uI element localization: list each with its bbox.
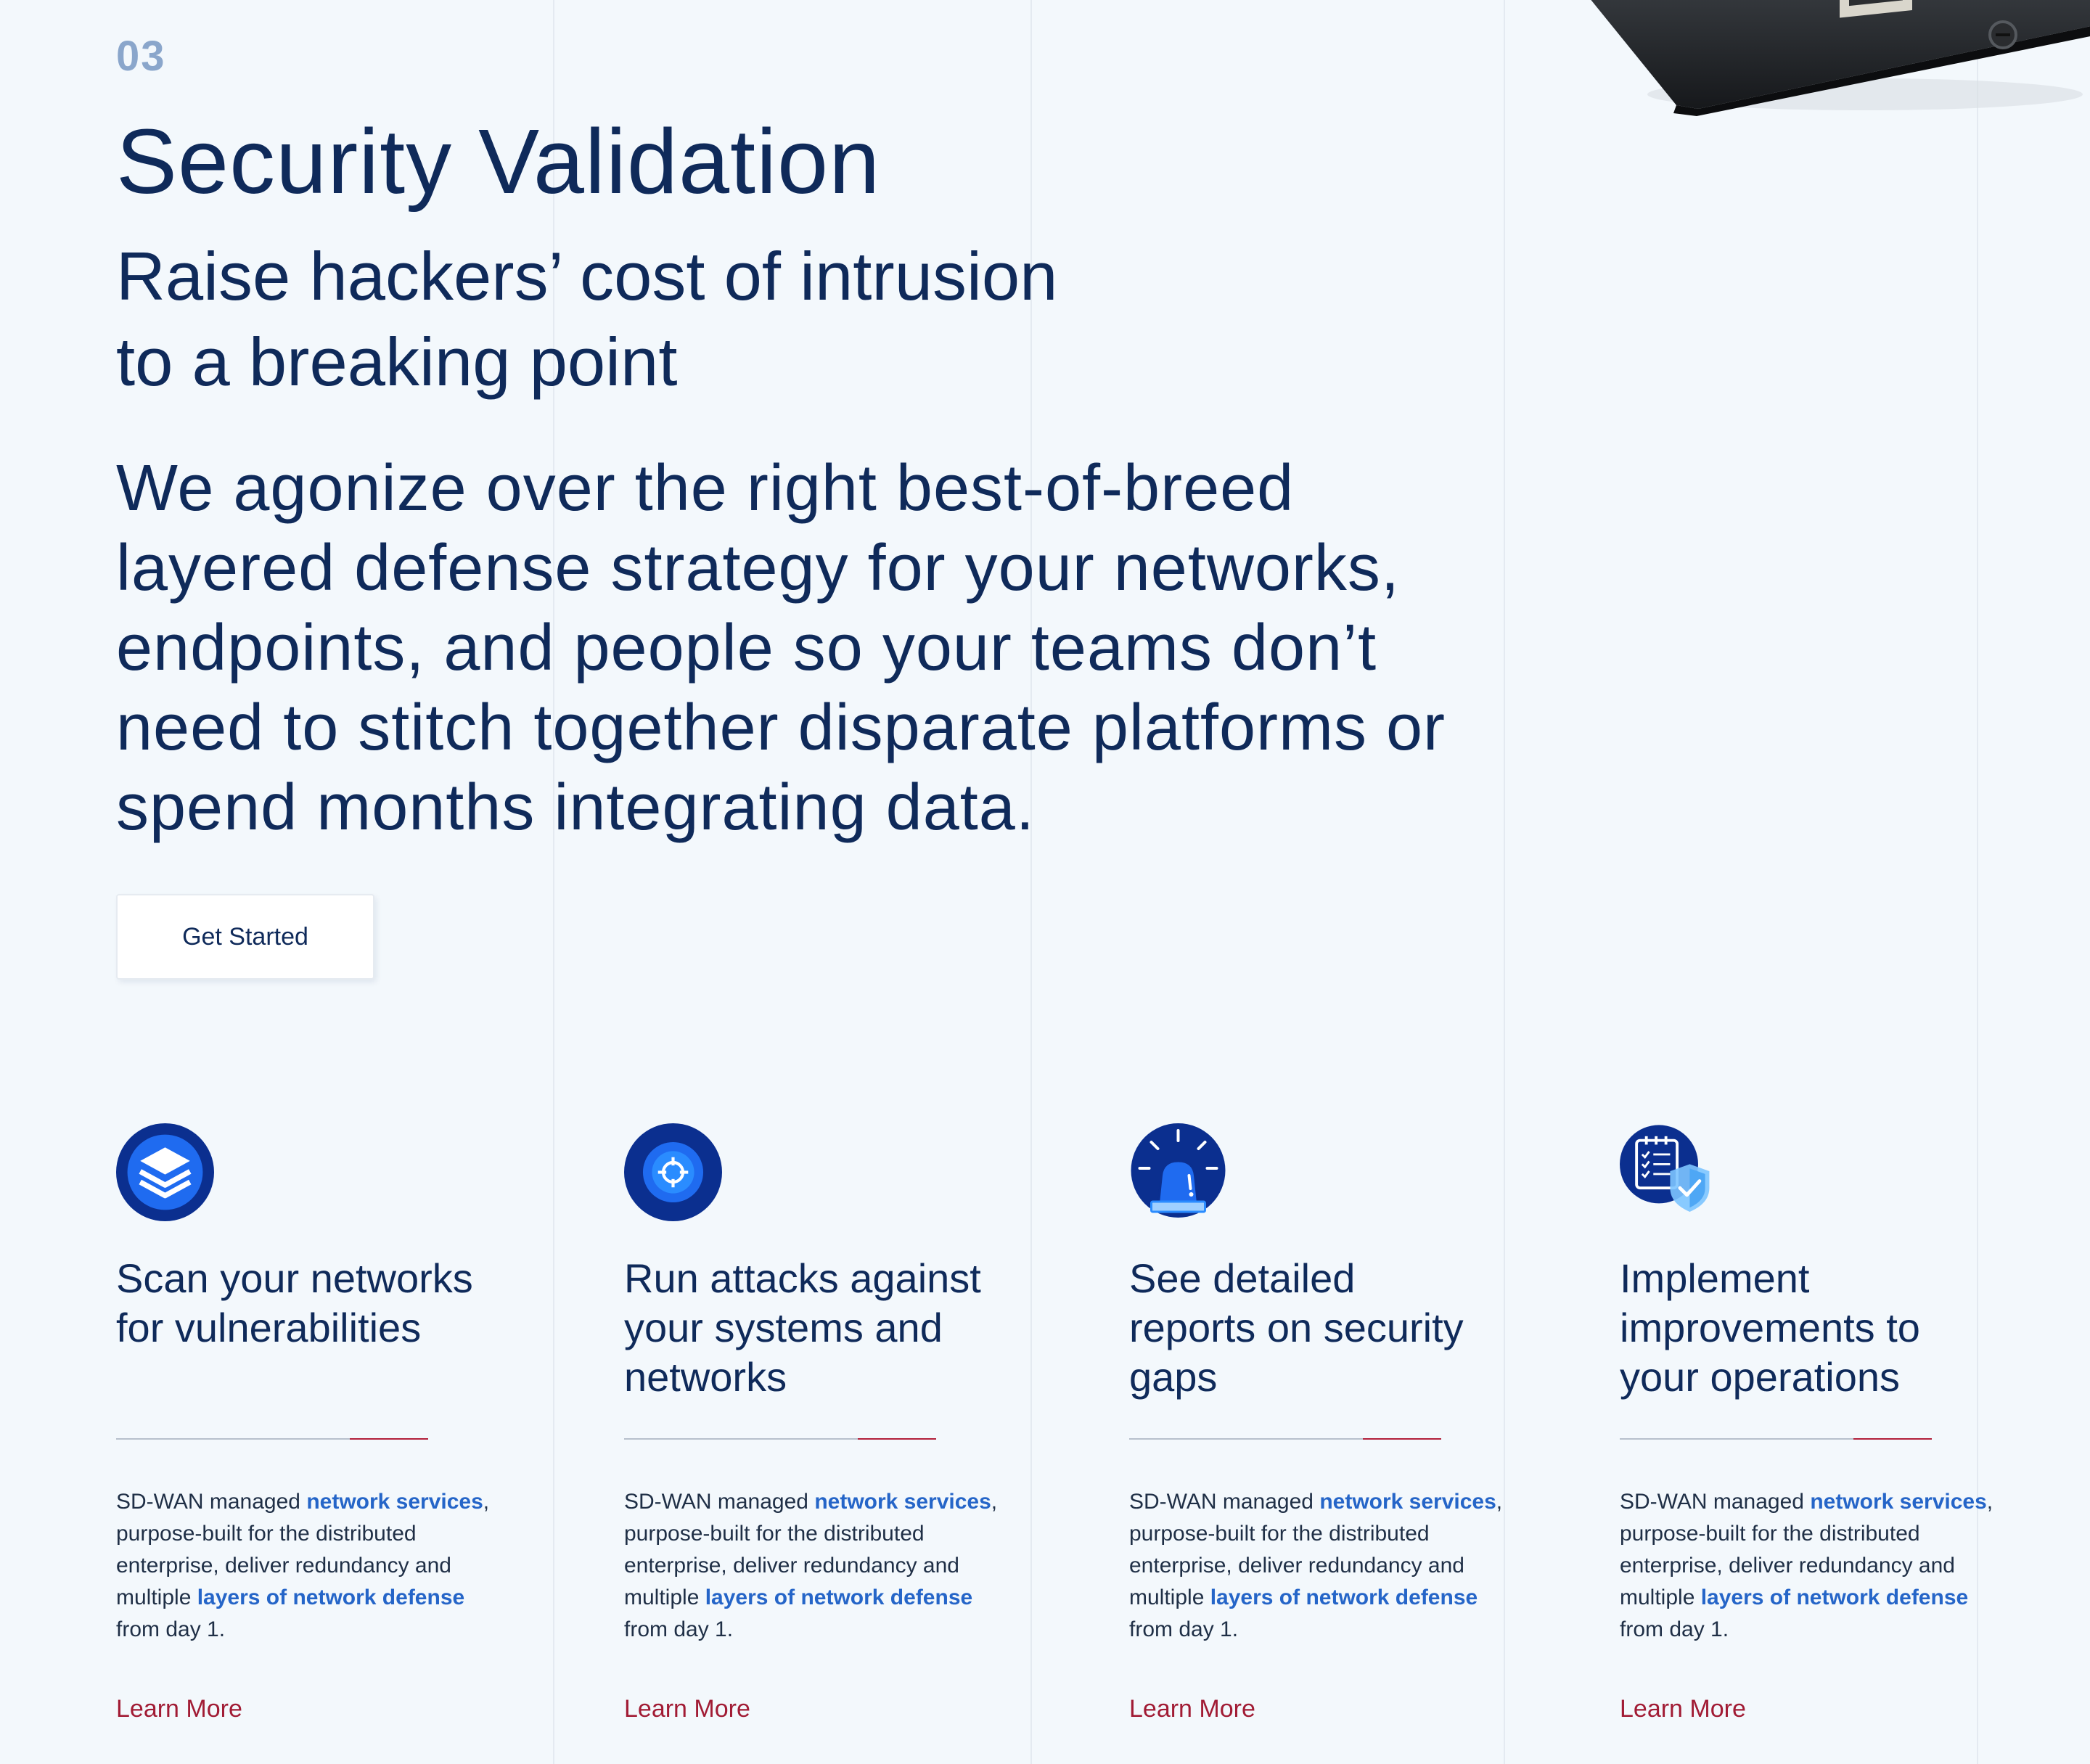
feature-title-line: gaps [1129, 1354, 1218, 1400]
desc-text: from day 1. [116, 1617, 226, 1641]
feature-title-line: See detailed [1129, 1255, 1356, 1301]
feature-description: SD-WAN managed network services, purpose… [116, 1486, 508, 1646]
description-line: endpoints, and people so your teams don’… [116, 612, 1377, 684]
desc-text: SD-WAN managed [624, 1490, 815, 1514]
alarm-siren-icon [1131, 1123, 1226, 1218]
description-line: spend months integrating data. [116, 771, 1035, 844]
feature-card-improvements: Implement improvements to your operation… [1620, 1123, 2012, 1723]
network-services-link[interactable]: network services [306, 1490, 483, 1514]
get-started-button[interactable]: Get Started [116, 894, 374, 980]
feature-divider [116, 1438, 428, 1440]
learn-more-link[interactable]: Learn More [1620, 1695, 1746, 1723]
layers-icon [116, 1123, 214, 1221]
subtitle-line: to a breaking point [116, 324, 678, 400]
feature-title-line: networks [624, 1354, 787, 1400]
feature-description: SD-WAN managed network services, purpose… [1129, 1486, 1521, 1646]
section-title: Security Validation [116, 110, 881, 213]
feature-title-line: Run attacks against [624, 1255, 981, 1301]
feature-title-line: reports on security [1129, 1305, 1464, 1350]
feature-divider [1129, 1438, 1441, 1440]
feature-divider [624, 1438, 936, 1440]
network-services-link[interactable]: network services [1810, 1490, 1986, 1514]
learn-more-link[interactable]: Learn More [116, 1695, 242, 1723]
description-line: layered defense strategy for your networ… [116, 532, 1400, 604]
layers-of-network-defense-link[interactable]: layers of network defense [197, 1585, 464, 1609]
feature-title: See detailed reports on security gaps [1129, 1254, 1521, 1402]
desc-text: from day 1. [1620, 1617, 1729, 1641]
feature-description: SD-WAN managed network services, purpose… [624, 1486, 1016, 1646]
desc-text: SD-WAN managed [1620, 1490, 1811, 1514]
feature-title-line: your operations [1620, 1354, 1901, 1400]
feature-title-line: Scan your networks [116, 1255, 473, 1301]
section-subtitle: Raise hackers’ cost of intrusion to a br… [116, 234, 1277, 405]
feature-card-attacks: Run attacks against your systems and net… [624, 1123, 1016, 1723]
section-description: We agonize over the right best-of-breed … [116, 448, 1531, 848]
subtitle-line: Raise hackers’ cost of intrusion [116, 238, 1058, 314]
feature-title-line: your systems and [624, 1305, 943, 1350]
learn-more-link[interactable]: Learn More [624, 1695, 750, 1723]
feature-card-scan: Scan your networks for vulnerabilities S… [116, 1123, 508, 1723]
layers-of-network-defense-link[interactable]: layers of network defense [705, 1585, 972, 1609]
feature-title-line: for vulnerabilities [116, 1305, 422, 1350]
checklist-shield-icon [1620, 1125, 1710, 1212]
desc-text: SD-WAN managed [1129, 1490, 1320, 1514]
layers-of-network-defense-link[interactable]: layers of network defense [1210, 1585, 1478, 1609]
network-services-link[interactable]: network services [814, 1490, 991, 1514]
feature-card-reports: See detailed reports on security gaps SD… [1129, 1123, 1521, 1723]
learn-more-link[interactable]: Learn More [1129, 1695, 1255, 1723]
feature-title-line: Implement [1620, 1255, 1810, 1301]
feature-divider [1620, 1438, 1932, 1440]
network-services-link[interactable]: network services [1319, 1490, 1496, 1514]
network-appliance-image [1591, 0, 2090, 116]
description-line: We agonize over the right best-of-breed [116, 452, 1295, 525]
description-line: need to stitch together disparate platfo… [116, 692, 1446, 764]
desc-text: SD-WAN managed [116, 1490, 307, 1514]
feature-title: Implement improvements to your operation… [1620, 1254, 2012, 1402]
feature-title-line: improvements to [1620, 1305, 1920, 1350]
feature-description: SD-WAN managed network services, purpose… [1620, 1486, 2012, 1646]
feature-title: Run attacks against your systems and net… [624, 1254, 1016, 1402]
desc-text: from day 1. [1129, 1617, 1239, 1641]
target-icon [624, 1123, 722, 1221]
layers-of-network-defense-link[interactable]: layers of network defense [1701, 1585, 1968, 1609]
section-number: 03 [116, 33, 166, 80]
desc-text: from day 1. [624, 1617, 734, 1641]
feature-title: Scan your networks for vulnerabilities [116, 1254, 508, 1353]
